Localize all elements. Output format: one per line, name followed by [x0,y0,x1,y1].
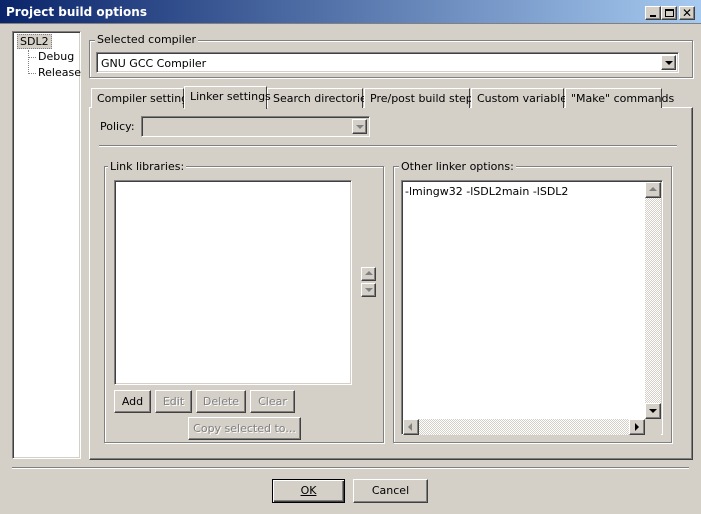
add-button[interactable]: Add [114,390,151,413]
compiler-select[interactable]: GNU GCC Compiler [96,52,679,73]
other-linker-options-label: Other linker options: [399,160,516,173]
build-target-tree[interactable] [12,31,81,459]
move-up-button[interactable] [361,267,376,281]
edit-button[interactable]: Edit [155,390,192,413]
scroll-down-button[interactable] [645,403,661,419]
policy-label: Policy: [100,120,135,133]
scroll-up-button[interactable] [645,182,661,198]
tree-item-debug[interactable]: Debug [38,50,74,63]
cancel-button-label: Cancel [371,484,410,497]
window-title: Project build options [6,5,147,19]
close-button[interactable]: ✕ [679,6,695,20]
tree-item-release[interactable]: Release [38,66,81,79]
cancel-button[interactable]: Cancel [353,479,428,503]
tab-custom-variables[interactable]: Custom variables [471,88,573,108]
maximize-button[interactable] [661,6,677,20]
other-linker-options-textarea[interactable]: -lmingw32 -lSDL2main -lSDL2 [401,180,663,435]
minimize-icon [650,15,656,17]
chevron-down-icon [665,61,673,65]
ok-button[interactable]: OK [272,479,345,503]
link-libraries-label: Link libraries: [108,160,187,173]
footer-separator [12,467,689,469]
copy-selected-button[interactable]: Copy selected to... [188,417,301,440]
compiler-select-value: GNU GCC Compiler [101,57,207,70]
other-linker-options-text: -lmingw32 -lSDL2main -lSDL2 [405,185,569,198]
compiler-dropdown-button[interactable] [661,55,676,70]
arrow-up-icon [649,187,657,191]
ok-button-label: OK [300,484,317,497]
separator [99,145,677,147]
tree-item-sdl2[interactable]: SDL2 [17,34,52,49]
selected-compiler-label: Selected compiler [95,33,199,46]
tab-linker-settings[interactable]: Linker settings [184,86,271,109]
policy-select[interactable] [141,116,370,137]
arrow-right-icon [635,423,639,431]
arrow-down-icon [365,288,373,292]
horizontal-scrollbar[interactable] [403,419,645,435]
move-down-button[interactable] [361,283,376,297]
clear-button[interactable]: Clear [250,390,295,413]
tree-connector [28,73,36,74]
arrow-up-icon [365,271,373,275]
scroll-left-button[interactable] [403,419,419,435]
maximize-icon [665,9,674,17]
scroll-right-button[interactable] [629,419,645,435]
tab-compiler-settings[interactable]: Compiler settings [91,88,194,108]
scroll-corner [645,419,661,435]
tab-pre-post-build-steps[interactable]: Pre/post build steps [364,88,479,108]
delete-button[interactable]: Delete [196,390,246,413]
arrow-left-icon [408,423,412,431]
chevron-down-icon [356,125,364,129]
policy-dropdown-button[interactable] [352,119,367,134]
tab-make-commands[interactable]: "Make" commands [565,88,674,108]
minimize-button[interactable] [645,6,661,20]
title-bar[interactable]: Project build options ✕ [0,0,701,24]
tree-connector [28,57,36,58]
link-libraries-list[interactable] [114,180,352,385]
vertical-scrollbar[interactable] [645,182,661,419]
tree-connector [28,50,29,74]
tab-search-directories[interactable]: Search directories [267,88,373,108]
arrow-down-icon [649,409,657,413]
close-icon: ✕ [682,6,693,20]
